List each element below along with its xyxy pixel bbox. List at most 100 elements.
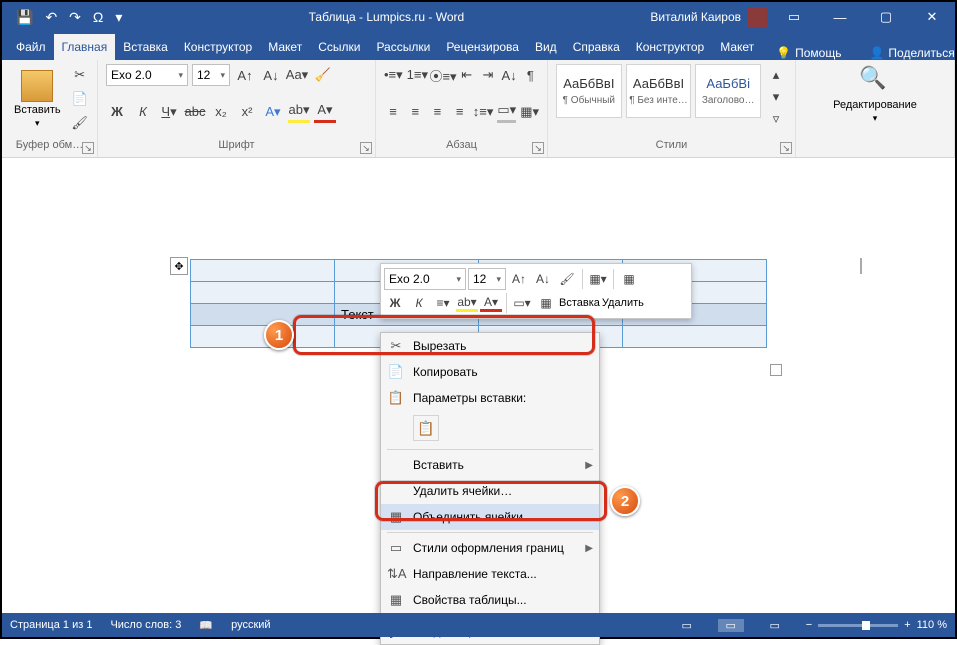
multilevel-button[interactable]: ⦿≡▾ <box>432 64 454 86</box>
mini-grow-font[interactable]: A↑ <box>508 272 530 286</box>
qat-more-icon[interactable]: ▾ <box>115 9 122 26</box>
style-heading1[interactable]: АаБбВіЗаголово… <box>695 64 761 118</box>
numbering-button[interactable]: 1≡▾ <box>407 64 428 86</box>
text-effects-button[interactable]: A▾ <box>262 101 284 123</box>
minimize-button[interactable]: — <box>817 2 863 32</box>
line-spacing-button[interactable]: ↕≡▾ <box>473 101 494 123</box>
font-size-select[interactable]: 12▾ <box>192 64 230 86</box>
tab-table-layout[interactable]: Макет <box>712 34 762 60</box>
paste-button[interactable]: Вставить ▾ <box>10 68 65 131</box>
styles-launcher[interactable]: ↘ <box>780 142 792 154</box>
zoom-value[interactable]: 110 % <box>917 619 947 631</box>
style-nospacing[interactable]: АаБбВвІ¶ Без инте… <box>626 64 692 118</box>
close-button[interactable]: ✕ <box>909 2 955 32</box>
editing-button[interactable]: 🔍 Редактирование ▾ <box>829 63 921 126</box>
ctx-table-props[interactable]: ▦Свойства таблицы... <box>381 587 599 613</box>
ribbon-options-button[interactable]: ▭ <box>771 2 817 32</box>
tab-mailings[interactable]: Рассылки <box>368 34 438 60</box>
zoom-control[interactable]: − + 110 % <box>806 619 947 631</box>
show-marks-button[interactable]: ¶ <box>522 64 539 86</box>
paste-keep-source-button[interactable]: 📋 <box>413 415 439 441</box>
ctx-delete-cells[interactable]: Удалить ячейки… <box>381 478 599 504</box>
redo-icon[interactable]: ↷ <box>69 9 81 26</box>
mini-insert-button[interactable]: Вставка <box>559 297 600 309</box>
mini-align[interactable]: ≡▾ <box>432 296 454 310</box>
zoom-slider[interactable] <box>818 624 898 627</box>
save-icon[interactable]: 💾 <box>16 9 33 26</box>
strike-button[interactable]: abc <box>184 101 206 123</box>
view-web-button[interactable]: ▭ <box>762 619 788 632</box>
shading-button[interactable]: ▭▾ <box>497 101 516 123</box>
align-center-button[interactable]: ≡ <box>406 101 424 123</box>
clear-format-button[interactable]: 🧹 <box>312 64 334 86</box>
ctx-text-direction[interactable]: ⇅AНаправление текста... <box>381 561 599 587</box>
font-launcher[interactable]: ↘ <box>360 142 372 154</box>
ctx-copy[interactable]: 📄Копировать <box>381 359 599 385</box>
view-print-button[interactable]: ▭ <box>718 619 744 632</box>
ctx-border-styles[interactable]: ▭Стили оформления границ▶ <box>381 535 599 561</box>
bullets-button[interactable]: •≡▾ <box>384 64 403 86</box>
decrease-indent-button[interactable]: ⇤ <box>458 64 475 86</box>
tab-home[interactable]: Главная <box>54 34 116 60</box>
sort-button[interactable]: A↓ <box>501 64 518 86</box>
styles-up-button[interactable]: ▴ <box>765 64 787 86</box>
change-case-button[interactable]: Aa▾ <box>286 64 308 86</box>
tab-help[interactable]: Справка <box>565 34 628 60</box>
zoom-in-button[interactable]: + <box>904 619 910 631</box>
format-painter-button[interactable]: 🖌 <box>69 112 91 134</box>
mini-format-painter[interactable]: 🖌 <box>556 272 578 286</box>
borders-button[interactable]: ▦▾ <box>520 101 539 123</box>
tell-me[interactable]: 💡Помощь <box>762 46 855 60</box>
mini-font-color[interactable]: A▾ <box>480 295 502 312</box>
copy-button[interactable]: 📄 <box>69 88 91 110</box>
mini-delete-button[interactable]: Удалить <box>602 297 644 309</box>
ctx-cut[interactable]: ✂Вырезать <box>381 333 599 359</box>
tab-table-design[interactable]: Конструктор <box>628 34 712 60</box>
align-right-button[interactable]: ≡ <box>428 101 446 123</box>
mini-borders[interactable]: ▦▾ <box>587 272 609 286</box>
cut-button[interactable]: ✂ <box>69 64 91 86</box>
ctx-merge-cells[interactable]: ▦Объединить ячейки <box>381 504 599 530</box>
paragraph-launcher[interactable]: ↘ <box>532 142 544 154</box>
increase-indent-button[interactable]: ⇥ <box>479 64 496 86</box>
status-language[interactable]: русский <box>231 619 270 631</box>
align-left-button[interactable]: ≡ <box>384 101 402 123</box>
tab-view[interactable]: Вид <box>527 34 565 60</box>
superscript-button[interactable]: x² <box>236 101 258 123</box>
mini-italic[interactable]: К <box>408 296 430 310</box>
view-read-button[interactable]: ▭ <box>674 619 700 632</box>
tab-layout[interactable]: Макет <box>260 34 310 60</box>
subscript-button[interactable]: x₂ <box>210 101 232 123</box>
ctx-insert[interactable]: Вставить▶ <box>381 452 599 478</box>
status-page[interactable]: Страница 1 из 1 <box>10 619 92 631</box>
tab-insert[interactable]: Вставка <box>115 34 176 60</box>
italic-button[interactable]: К <box>132 101 154 123</box>
undo-icon[interactable]: ↶ <box>45 9 57 26</box>
status-words[interactable]: Число слов: 3 <box>110 619 181 631</box>
status-proof-icon[interactable]: 📖 <box>199 619 213 632</box>
tab-file[interactable]: Файл <box>8 34 54 60</box>
highlight-button[interactable]: ab▾ <box>288 101 310 123</box>
tab-review[interactable]: Рецензирова <box>438 34 527 60</box>
grow-font-button[interactable]: A↑ <box>234 64 256 86</box>
zoom-out-button[interactable]: − <box>806 619 812 631</box>
user-info[interactable]: Виталий Каиров <box>650 7 771 27</box>
styles-down-button[interactable]: ▾ <box>765 86 787 108</box>
underline-button[interactable]: Ч▾ <box>158 101 180 123</box>
mini-bold[interactable]: Ж <box>384 296 406 310</box>
mini-highlight[interactable]: ab▾ <box>456 295 478 312</box>
mini-font-name[interactable]: Exo 2.0▾ <box>384 268 466 290</box>
clipboard-launcher[interactable]: ↘ <box>82 142 94 154</box>
tab-design[interactable]: Конструктор <box>176 34 260 60</box>
shrink-font-button[interactable]: A↓ <box>260 64 282 86</box>
mini-font-size[interactable]: 12▾ <box>468 268 506 290</box>
mini-shrink-font[interactable]: A↓ <box>532 272 554 286</box>
styles-more-button[interactable]: ▿ <box>765 108 787 130</box>
share-button[interactable]: 👤Поделиться <box>855 46 957 60</box>
table-resize-handle[interactable] <box>770 364 782 376</box>
tab-references[interactable]: Ссылки <box>310 34 368 60</box>
maximize-button[interactable]: ▢ <box>863 2 909 32</box>
justify-button[interactable]: ≡ <box>451 101 469 123</box>
font-name-select[interactable]: Exo 2.0▾ <box>106 64 188 86</box>
style-normal[interactable]: АаБбВвІ¶ Обычный <box>556 64 622 118</box>
